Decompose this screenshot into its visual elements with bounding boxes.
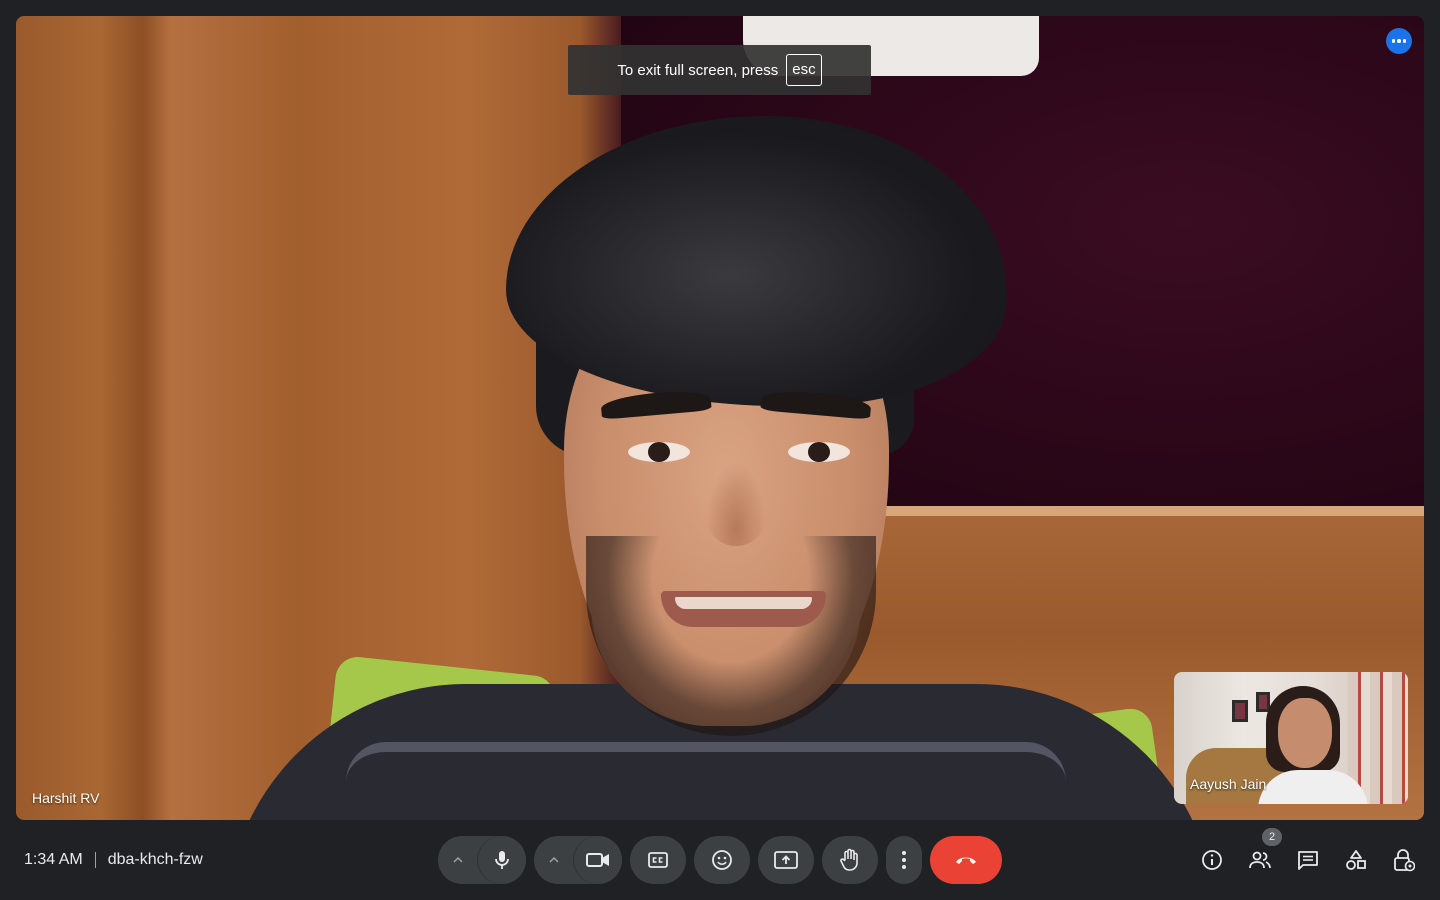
toast-message: To exit full screen, press <box>617 61 779 79</box>
end-call-button[interactable] <box>930 836 1002 884</box>
chevron-up-icon <box>549 857 559 863</box>
raise-hand-icon <box>840 848 858 871</box>
present-screen-icon <box>774 851 798 869</box>
meeting-info: 1:34 AM dba-khch-fzw <box>24 849 203 871</box>
host-controls-icon <box>1394 849 1415 872</box>
self-view-picture-frame <box>1232 700 1248 722</box>
more-options-icon <box>902 851 906 869</box>
chat-icon <box>1298 851 1318 870</box>
self-view-tile[interactable]: Aayush Jain <box>1174 672 1408 804</box>
more-options-button[interactable] <box>886 836 922 884</box>
tile-more-options-button[interactable] <box>1386 28 1412 54</box>
camera-button[interactable] <box>574 836 622 884</box>
activities-icon <box>1346 850 1366 870</box>
host-controls-button[interactable] <box>1384 840 1424 880</box>
emoji-reaction-button[interactable] <box>694 836 750 884</box>
meeting-code: dba-khch-fzw <box>107 851 203 868</box>
end-call-icon <box>956 857 976 864</box>
participant-name-label: Harshit RV <box>32 790 100 806</box>
chevron-up-icon <box>453 857 463 863</box>
fullscreen-exit-toast: To exit full screen, press esc <box>568 45 871 95</box>
captions-icon <box>648 852 668 868</box>
participants-count-badge: 2 <box>1262 828 1282 846</box>
meeting-time: 1:34 AM <box>24 851 83 868</box>
people-button[interactable] <box>1240 840 1280 880</box>
camera-options-button[interactable] <box>534 836 574 884</box>
camera-control-group <box>534 836 622 884</box>
chat-button[interactable] <box>1288 840 1328 880</box>
microphone-icon <box>495 851 509 869</box>
self-view-name-label: Aayush Jain <box>1190 776 1267 792</box>
captions-button[interactable] <box>630 836 686 884</box>
meeting-details-icon <box>1202 850 1222 870</box>
esc-key-hint: esc <box>786 54 822 86</box>
microphone-control-group <box>438 836 526 884</box>
meeting-info-divider <box>94 852 96 868</box>
microphone-button[interactable] <box>478 836 526 884</box>
activities-button[interactable] <box>1336 840 1376 880</box>
more-horizontal-icon <box>1391 39 1407 43</box>
emoji-reaction-icon <box>712 850 732 870</box>
camera-icon <box>586 853 609 867</box>
raise-hand-button[interactable] <box>822 836 878 884</box>
present-screen-button[interactable] <box>758 836 814 884</box>
microphone-options-button[interactable] <box>438 836 478 884</box>
meeting-details-button[interactable] <box>1192 840 1232 880</box>
people-icon <box>1249 851 1271 869</box>
